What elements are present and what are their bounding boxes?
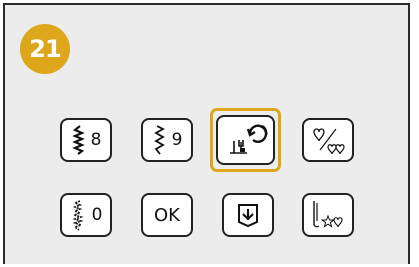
stitch-9-button[interactable]: 9 (141, 118, 193, 162)
stitch-number: 8 (90, 130, 102, 150)
ok-button[interactable]: OK (141, 193, 193, 237)
highlight-frame (210, 108, 281, 172)
stitch-number: 9 (171, 130, 183, 150)
stitch-number: 0 (91, 205, 103, 225)
pocket-icon (236, 202, 260, 228)
pocket-button[interactable] (222, 193, 274, 237)
heart-hearts-icon (308, 125, 348, 155)
step-number: 21 (29, 35, 61, 63)
stitch-8-button[interactable]: 8 (60, 118, 112, 162)
character-decorative-button[interactable] (302, 118, 354, 162)
needle-star-heart-icon (308, 199, 348, 231)
satin-stitch-icon (70, 199, 88, 231)
zigzag-stitch-icon (71, 125, 87, 155)
zigzag-stitch-icon (152, 125, 168, 155)
decorative-stitches-button[interactable] (302, 193, 354, 237)
stitch-0-button[interactable]: 0 (60, 193, 112, 237)
ok-label: OK (154, 204, 180, 226)
step-number-badge: 21 (20, 24, 70, 74)
